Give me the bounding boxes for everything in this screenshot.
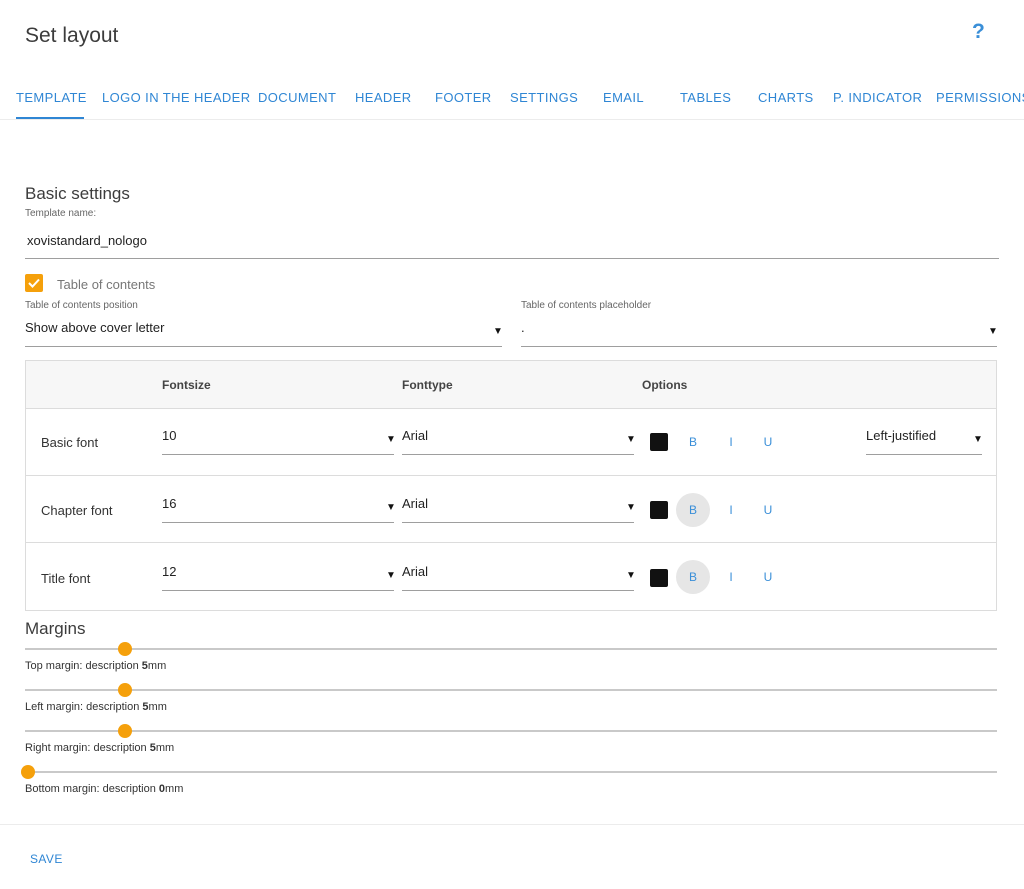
tab-bar: TEMPLATE LOGO IN THE HEADER DOCUMENT HEA… — [0, 78, 1024, 120]
bottom-margin-caption: Bottom margin: description 0mm — [25, 783, 183, 795]
margin-unit: mm — [147, 660, 167, 672]
toc-placeholder-underline — [521, 346, 997, 347]
fonttype-select[interactable]: Arial — [402, 428, 428, 443]
font-color-swatch[interactable] — [650, 433, 668, 451]
table-row-chapter-font: Chapter font 16 ▼ Arial ▼ B I U — [26, 476, 996, 543]
fonttype-select[interactable]: Arial — [402, 496, 428, 511]
tab-email[interactable]: EMAIL — [603, 90, 644, 105]
alignment-underline — [866, 454, 982, 455]
underline-toggle[interactable]: U — [751, 560, 785, 594]
fontsize-underline — [162, 454, 394, 455]
tab-logo-in-the-header[interactable]: LOGO IN THE HEADER — [102, 90, 251, 105]
top-margin-slider-handle[interactable] — [118, 642, 132, 656]
font-color-swatch[interactable] — [650, 569, 668, 587]
chevron-down-icon[interactable]: ▼ — [626, 502, 636, 513]
font-color-swatch[interactable] — [650, 501, 668, 519]
tab-template[interactable]: TEMPLATE — [16, 90, 87, 105]
top-margin-caption: Top margin: description 5mm — [25, 660, 166, 672]
tab-p-indicator[interactable]: P. INDICATOR — [833, 90, 922, 105]
top-margin-slider[interactable] — [25, 648, 997, 650]
active-tab-indicator — [16, 117, 84, 119]
left-margin-caption: Left margin: description 5mm — [25, 701, 167, 713]
underline-toggle[interactable]: U — [751, 493, 785, 527]
fontsize-select[interactable]: 12 — [162, 564, 176, 579]
chevron-down-icon[interactable]: ▼ — [386, 570, 396, 581]
chevron-down-icon[interactable]: ▼ — [386, 434, 396, 445]
toc-checkbox[interactable] — [25, 274, 43, 292]
caption-text: Bottom margin: description — [25, 783, 156, 795]
tab-permissions[interactable]: PERMISSIONS — [936, 90, 1024, 105]
caption-text: Right margin: description — [25, 742, 147, 754]
italic-toggle[interactable]: I — [714, 560, 748, 594]
chevron-down-icon[interactable]: ▼ — [386, 502, 396, 513]
tab-header[interactable]: HEADER — [355, 90, 412, 105]
toc-checkbox-label: Table of contents — [57, 277, 156, 292]
margins-title: Margins — [25, 619, 86, 638]
save-button[interactable]: SAVE — [30, 852, 63, 866]
alignment-select[interactable]: Left-justified — [866, 428, 936, 443]
column-header-options: Options — [642, 378, 688, 392]
fontsize-select[interactable]: 10 — [162, 428, 176, 443]
right-margin-caption: Right margin: description 5mm — [25, 742, 174, 754]
template-name-underline — [25, 258, 999, 259]
table-row-basic-font: Basic font 10 ▼ Arial ▼ B I U Left-justi… — [26, 409, 996, 476]
tab-settings[interactable]: SETTINGS — [510, 90, 578, 105]
toc-placeholder-select[interactable]: . — [521, 320, 525, 335]
bottom-margin-slider[interactable] — [25, 771, 997, 773]
basic-settings-title: Basic settings — [25, 184, 130, 203]
fonttype-underline — [402, 454, 634, 455]
row-label: Basic font — [41, 435, 99, 450]
underline-toggle[interactable]: U — [751, 425, 785, 459]
margin-unit: mm — [155, 742, 175, 754]
chevron-down-icon[interactable]: ▼ — [988, 326, 998, 337]
toc-position-label: Table of contents position — [25, 300, 138, 311]
toc-position-underline — [25, 346, 502, 347]
template-name-input[interactable]: xovistandard_nologo — [27, 233, 147, 248]
tab-charts[interactable]: CHARTS — [758, 90, 814, 105]
right-margin-slider-handle[interactable] — [118, 724, 132, 738]
table-row-title-font: Title font 12 ▼ Arial ▼ B I U — [26, 544, 996, 611]
left-margin-slider-handle[interactable] — [118, 683, 132, 697]
template-name-label: Template name: — [25, 208, 97, 219]
italic-toggle[interactable]: I — [714, 425, 748, 459]
column-header-fonttype: Fonttype — [402, 378, 453, 392]
fonttype-underline — [402, 522, 634, 523]
toc-position-select[interactable]: Show above cover letter — [25, 320, 164, 335]
fontsize-underline — [162, 522, 394, 523]
margin-unit: mm — [165, 783, 184, 795]
caption-text: Top margin: description — [25, 660, 139, 672]
fontsize-select[interactable]: 16 — [162, 496, 176, 511]
row-label: Title font — [41, 571, 91, 586]
right-margin-slider[interactable] — [25, 730, 997, 732]
table-header: Fontsize Fonttype Options — [26, 361, 996, 409]
chevron-down-icon[interactable]: ▼ — [626, 434, 636, 445]
chevron-down-icon[interactable]: ▼ — [973, 434, 983, 445]
left-margin-slider[interactable] — [25, 689, 997, 691]
row-label: Chapter font — [41, 503, 113, 518]
fonttype-underline — [402, 590, 634, 591]
bold-toggle[interactable]: B — [676, 493, 710, 527]
bold-toggle[interactable]: B — [676, 560, 710, 594]
tab-tables[interactable]: TABLES — [680, 90, 731, 105]
margin-unit: mm — [148, 701, 167, 713]
chevron-down-icon[interactable]: ▼ — [493, 326, 503, 337]
page-title: Set layout — [25, 24, 119, 47]
footer-divider — [0, 824, 1024, 825]
bottom-margin-slider-handle[interactable] — [21, 765, 35, 779]
chevron-down-icon[interactable]: ▼ — [626, 570, 636, 581]
check-icon — [28, 278, 40, 288]
tab-document[interactable]: DOCUMENT — [258, 90, 336, 105]
italic-toggle[interactable]: I — [714, 493, 748, 527]
help-icon[interactable]: ? — [972, 20, 985, 44]
tab-footer[interactable]: FOOTER — [435, 90, 492, 105]
fonttype-select[interactable]: Arial — [402, 564, 428, 579]
font-settings-table: Fontsize Fonttype Options Basic font 10 … — [25, 360, 997, 611]
fontsize-underline — [162, 590, 394, 591]
toc-placeholder-label: Table of contents placeholder — [521, 300, 652, 311]
caption-text: Left margin: description — [25, 701, 140, 713]
bold-toggle[interactable]: B — [676, 425, 710, 459]
column-header-fontsize: Fontsize — [162, 378, 211, 392]
